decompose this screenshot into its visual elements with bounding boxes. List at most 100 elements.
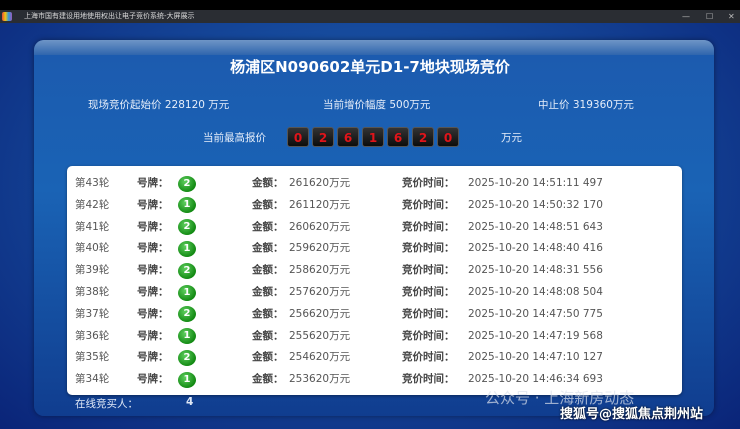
increment-label: 当前增价幅度 xyxy=(323,99,386,111)
digit: 6 xyxy=(337,127,359,147)
top-black-strip xyxy=(0,0,740,10)
page-title: 杨浦区N090602单元D1-7地块现场竞价 xyxy=(230,58,510,76)
bid-time: 2025-10-20 14:47:50 775 xyxy=(468,307,603,320)
window-title: 上海市国有建设用地使用权出让电子竞价系统-大屏展示 xyxy=(24,12,195,20)
amount-label: 金额： xyxy=(252,329,284,342)
bid-time: 2025-10-20 14:48:51 643 xyxy=(468,220,603,233)
online-buyers-count: 4 xyxy=(186,396,194,408)
bid-time: 2025-10-20 14:50:32 170 xyxy=(468,198,603,211)
time-label: 竞价时间： xyxy=(402,198,455,211)
amount-label: 金额： xyxy=(252,242,284,255)
amount-value: 259620万元 xyxy=(289,242,351,255)
amount-label: 金额： xyxy=(252,307,284,320)
plate-label: 号牌： xyxy=(137,351,169,364)
plate-badge: 2 xyxy=(178,306,196,323)
amount-value: 255620万元 xyxy=(289,329,351,342)
plate-label: 号牌： xyxy=(137,242,169,255)
plate-label: 号牌： xyxy=(137,198,169,211)
digit: 2 xyxy=(312,127,334,147)
round-number: 第34轮 xyxy=(75,373,110,386)
digit: 0 xyxy=(287,127,309,147)
increment-value: 500万元 xyxy=(389,99,431,111)
digit: 6 xyxy=(387,127,409,147)
stop-price-label: 中止价 xyxy=(538,99,570,111)
amount-label: 金额： xyxy=(252,351,284,364)
table-row: 第39轮 号牌： 2 金额： 258620万元 竞价时间： 2025-10-20 14:48… xyxy=(67,260,682,281)
time-label: 竞价时间： xyxy=(402,307,455,320)
bid-time: 2025-10-20 14:47:19 568 xyxy=(468,329,603,342)
digit: 0 xyxy=(437,127,459,147)
round-number: 第38轮 xyxy=(75,286,110,298)
bid-history-table: 第43轮 号牌： 2 金额： 261620万元 竞价时间： 2025-10-20 14:51… xyxy=(67,166,682,395)
round-number: 第35轮 xyxy=(75,351,110,364)
highest-bid-unit: 万元 xyxy=(501,132,522,144)
amount-label: 金额： xyxy=(252,198,284,211)
digit: 2 xyxy=(412,127,434,147)
plate-badge: 2 xyxy=(178,219,196,236)
table-row: 第36轮 号牌： 1 金额： 255620万元 竞价时间： 2025-10-20 14:47… xyxy=(67,326,682,347)
time-label: 竞价时间： xyxy=(402,242,455,255)
amount-label: 金额： xyxy=(252,264,284,277)
plate-badge: 1 xyxy=(178,284,196,301)
amount-value: 254620万元 xyxy=(289,351,351,364)
table-row: 第41轮 号牌： 2 金额： 260620万元 竞价时间： 2025-10-20 14:48… xyxy=(67,217,682,238)
table-row: 第40轮 号牌： 1 金额： 259620万元 竞价时间： 2025-10-20 14:48… xyxy=(67,238,682,259)
time-label: 竞价时间： xyxy=(402,351,455,364)
round-number: 第43轮 xyxy=(75,177,110,189)
round-number: 第39轮 xyxy=(75,264,110,277)
amount-label: 金额： xyxy=(252,286,284,298)
plate-badge: 1 xyxy=(178,328,196,345)
bid-time: 2025-10-20 14:48:40 416 xyxy=(468,242,603,255)
digit: 1 xyxy=(362,127,384,147)
amount-label: 金额： xyxy=(252,177,284,189)
amount-value: 258620万元 xyxy=(289,264,351,277)
amount-label: 金额： xyxy=(252,220,284,233)
plate-label: 号牌： xyxy=(137,220,169,233)
minimize-button[interactable]: — xyxy=(682,10,690,23)
start-price: 现场竞价起始价 228120 万元 xyxy=(88,97,229,112)
sohu-watermark: 搜狐号@搜狐焦点荆州站 xyxy=(560,407,704,422)
window-titlebar: 上海市国有建设用地使用权出让电子竞价系统-大屏展示 — ☐ ✕ xyxy=(0,10,740,23)
table-row: 第38轮 号牌： 1 金额： 257620万元 竞价时间： 2025-10-20 14:48… xyxy=(67,282,682,303)
amount-label: 金额： xyxy=(252,373,284,386)
bid-time: 2025-10-20 14:48:31 556 xyxy=(468,264,603,277)
time-label: 竞价时间： xyxy=(402,329,455,342)
table-row: 第42轮 号牌： 1 金额： 261120万元 竞价时间： 2025-10-20 14:50… xyxy=(67,195,682,216)
time-label: 竞价时间： xyxy=(402,220,455,233)
highest-bid-label: 当前最高报价 xyxy=(203,132,266,144)
stop-price-value: 319360万元 xyxy=(572,99,634,111)
panel-header xyxy=(34,40,714,55)
bid-time: 2025-10-20 14:51:11 497 xyxy=(468,177,603,189)
increment: 当前增价幅度 500万元 xyxy=(323,97,430,112)
plate-badge: 1 xyxy=(178,240,196,257)
plate-badge: 1 xyxy=(178,197,196,214)
round-number: 第40轮 xyxy=(75,242,110,255)
table-row: 第37轮 号牌： 2 金额： 256620万元 竞价时间： 2025-10-20 14:47… xyxy=(67,304,682,325)
amount-value: 260620万元 xyxy=(289,220,351,233)
time-label: 竞价时间： xyxy=(402,373,455,386)
plate-label: 号牌： xyxy=(137,264,169,277)
close-button[interactable]: ✕ xyxy=(728,10,735,23)
amount-value: 261120万元 xyxy=(289,198,351,211)
maximize-button[interactable]: ☐ xyxy=(706,10,713,23)
round-number: 第41轮 xyxy=(75,220,110,233)
round-number: 第37轮 xyxy=(75,307,110,320)
bid-time: 2025-10-20 14:48:08 504 xyxy=(468,286,603,298)
online-buyers-label: 在线竞买人： xyxy=(75,398,138,410)
app-icon xyxy=(2,12,12,21)
amount-value: 261620万元 xyxy=(289,177,351,189)
time-label: 竞价时间： xyxy=(402,286,455,298)
plate-badge: 2 xyxy=(178,175,196,192)
highest-bid-digits: 0 2 6 1 6 2 0 xyxy=(287,127,459,147)
round-number: 第36轮 xyxy=(75,329,110,342)
bid-time: 2025-10-20 14:47:10 127 xyxy=(468,351,603,364)
amount-value: 253620万元 xyxy=(289,373,351,386)
start-price-value: 228120 万元 xyxy=(164,99,230,111)
time-label: 竞价时间： xyxy=(402,264,455,277)
time-label: 竞价时间： xyxy=(402,177,455,189)
stop-price: 中止价 319360万元 xyxy=(538,97,634,112)
plate-badge: 2 xyxy=(178,262,196,279)
plate-label: 号牌： xyxy=(137,373,169,386)
plate-label: 号牌： xyxy=(137,177,169,189)
table-row: 第35轮 号牌： 2 金额： 254620万元 竞价时间： 2025-10-20 14:47… xyxy=(67,347,682,368)
